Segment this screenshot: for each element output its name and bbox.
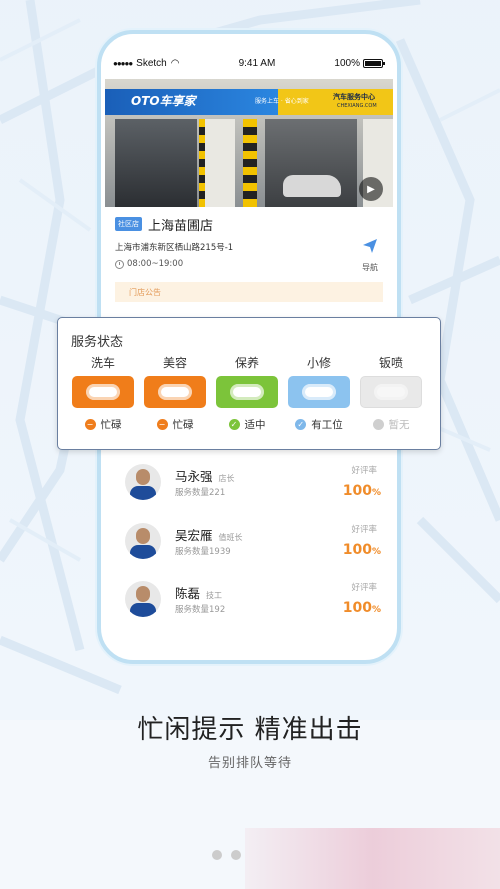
service-item[interactable]: 洗车 − 忙碌 [71, 354, 135, 432]
service-name: 美容 [162, 356, 187, 370]
store-type-tag: 社区店 [115, 217, 142, 231]
service-status-box[interactable] [360, 376, 422, 408]
service-item[interactable]: 美容 − 忙碌 [143, 354, 207, 432]
staff-row[interactable]: 陈磊 技工 服务数量192 好评率 100% [125, 581, 385, 633]
store-notice-bar[interactable]: 门店公告 [115, 282, 383, 302]
service-name: 洗车 [90, 356, 115, 370]
service-status-box[interactable] [144, 376, 206, 408]
service-status-box[interactable] [72, 376, 134, 408]
staff-role: 值班长 [218, 533, 243, 542]
service-status-box[interactable] [216, 376, 278, 408]
car-icon [86, 384, 120, 400]
store-address: 上海市浦东新区栖山路215号-1 [115, 243, 234, 253]
rating-value: 100% [342, 600, 381, 616]
service-status-card: 服务状态 洗车 − 忙碌 美容 − 忙碌 保养 ✓ 适中 小修 ✓ 有工位 钣喷… [57, 317, 441, 450]
sign-website: CHEXIANG.COM [337, 103, 377, 109]
car-icon [230, 384, 264, 400]
status-text: 忙碌 [172, 419, 194, 431]
page-dot[interactable] [231, 850, 241, 860]
navigation-arrow-icon [363, 239, 377, 253]
staff-name: 马永强 店长 [175, 466, 235, 485]
service-status-box[interactable] [288, 376, 350, 408]
status-dot-icon: − [156, 419, 168, 430]
service-status: ✓ 适中 [215, 417, 279, 432]
status-text: 忙碌 [100, 419, 122, 431]
staff-role: 店长 [218, 474, 235, 483]
service-bay [115, 119, 197, 207]
carrier-label: Sketch [136, 58, 167, 69]
pillar [243, 119, 257, 207]
status-dot-icon: − [84, 419, 96, 430]
service-count: 服务数量221 [175, 488, 226, 498]
avatar [125, 581, 161, 617]
service-item[interactable]: 保养 ✓ 适中 [215, 354, 279, 432]
staff-name-text: 陈磊 [175, 586, 201, 601]
staff-name: 吴宏雁 值班长 [175, 525, 243, 544]
hours-text: 08:00~19:00 [127, 259, 184, 269]
rating-value: 100% [342, 542, 381, 558]
service-status: − 忙碌 [71, 417, 135, 432]
rating-label: 好评率 [351, 583, 377, 593]
watermark-overlay [245, 828, 500, 889]
status-bar: ●●●●● Sketch ◠ 9:41 AM 100% [101, 34, 397, 76]
sign-service-center: 汽车服务中心 [333, 93, 375, 101]
service-bay [205, 119, 235, 207]
wifi-icon: ◠ [170, 58, 180, 69]
clock-time: 9:41 AM [238, 58, 276, 69]
staff-role: 技工 [206, 591, 222, 600]
sign-logo: OTO车享家 [131, 94, 196, 108]
avatar [125, 464, 161, 500]
status-text: 有工位 [311, 419, 343, 431]
status-text: 适中 [244, 419, 266, 431]
signal-icon: ●●●●● [113, 59, 133, 68]
service-name: 钣喷 [378, 356, 403, 370]
navigate-label: 导航 [362, 263, 378, 272]
status-text: 暂无 [388, 419, 410, 431]
car-icon [302, 384, 336, 400]
clock-icon [115, 259, 124, 269]
page-indicator[interactable] [212, 850, 241, 860]
service-item[interactable]: 钣喷 暂无 [359, 354, 423, 432]
service-name: 小修 [306, 356, 331, 370]
rating-value: 100% [342, 483, 381, 499]
service-status: 暂无 [359, 417, 423, 432]
navigate-button[interactable]: 导航 [355, 238, 385, 273]
rating-label: 好评率 [351, 466, 377, 476]
status-dot-icon: ✓ [228, 419, 240, 430]
promo-subline: 告别排队等待 [207, 756, 292, 771]
service-count: 服务数量192 [175, 605, 226, 615]
avatar [125, 523, 161, 559]
service-item[interactable]: 小修 ✓ 有工位 [287, 354, 351, 432]
rating-label: 好评率 [351, 525, 377, 535]
staff-name-text: 吴宏雁 [175, 528, 213, 543]
staff-name-text: 马永强 [175, 469, 213, 484]
staff-row[interactable]: 吴宏雁 值班长 服务数量1939 好评率 100% [125, 523, 385, 575]
store-name: 上海苗圃店 [148, 218, 214, 234]
service-status: ✓ 有工位 [287, 417, 351, 432]
service-count: 服务数量1939 [175, 547, 231, 557]
service-status: − 忙碌 [143, 417, 207, 432]
promo-headline: 忙闲提示 精准出击 [137, 715, 363, 745]
service-name: 保养 [234, 356, 259, 370]
status-dot-icon [372, 419, 384, 430]
page-dot[interactable] [212, 850, 222, 860]
video-camera-icon[interactable]: ▶ [359, 177, 383, 201]
store-photo[interactable]: OTO车享家 服务上车 · 省心到家 汽车服务中心 CHEXIANG.COM ▶ [105, 79, 393, 207]
battery-icon [362, 59, 385, 68]
store-info: 社区店 上海苗圃店 上海市浦东新区栖山路215号-1 08:00~19:00 导… [105, 214, 393, 302]
car-image [283, 175, 341, 197]
car-icon [374, 384, 408, 400]
sign-slogan: 服务上车 · 省心到家 [255, 98, 309, 105]
status-dot-icon: ✓ [295, 419, 307, 430]
staff-row[interactable]: 马永强 店长 服务数量221 好评率 100% [125, 464, 385, 516]
car-icon [158, 384, 192, 400]
battery-percent: 100% [334, 58, 360, 69]
staff-name: 陈磊 技工 [175, 583, 222, 602]
store-hours: 08:00~19:00 [115, 259, 183, 269]
service-status-title: 服务状态 [71, 335, 124, 350]
